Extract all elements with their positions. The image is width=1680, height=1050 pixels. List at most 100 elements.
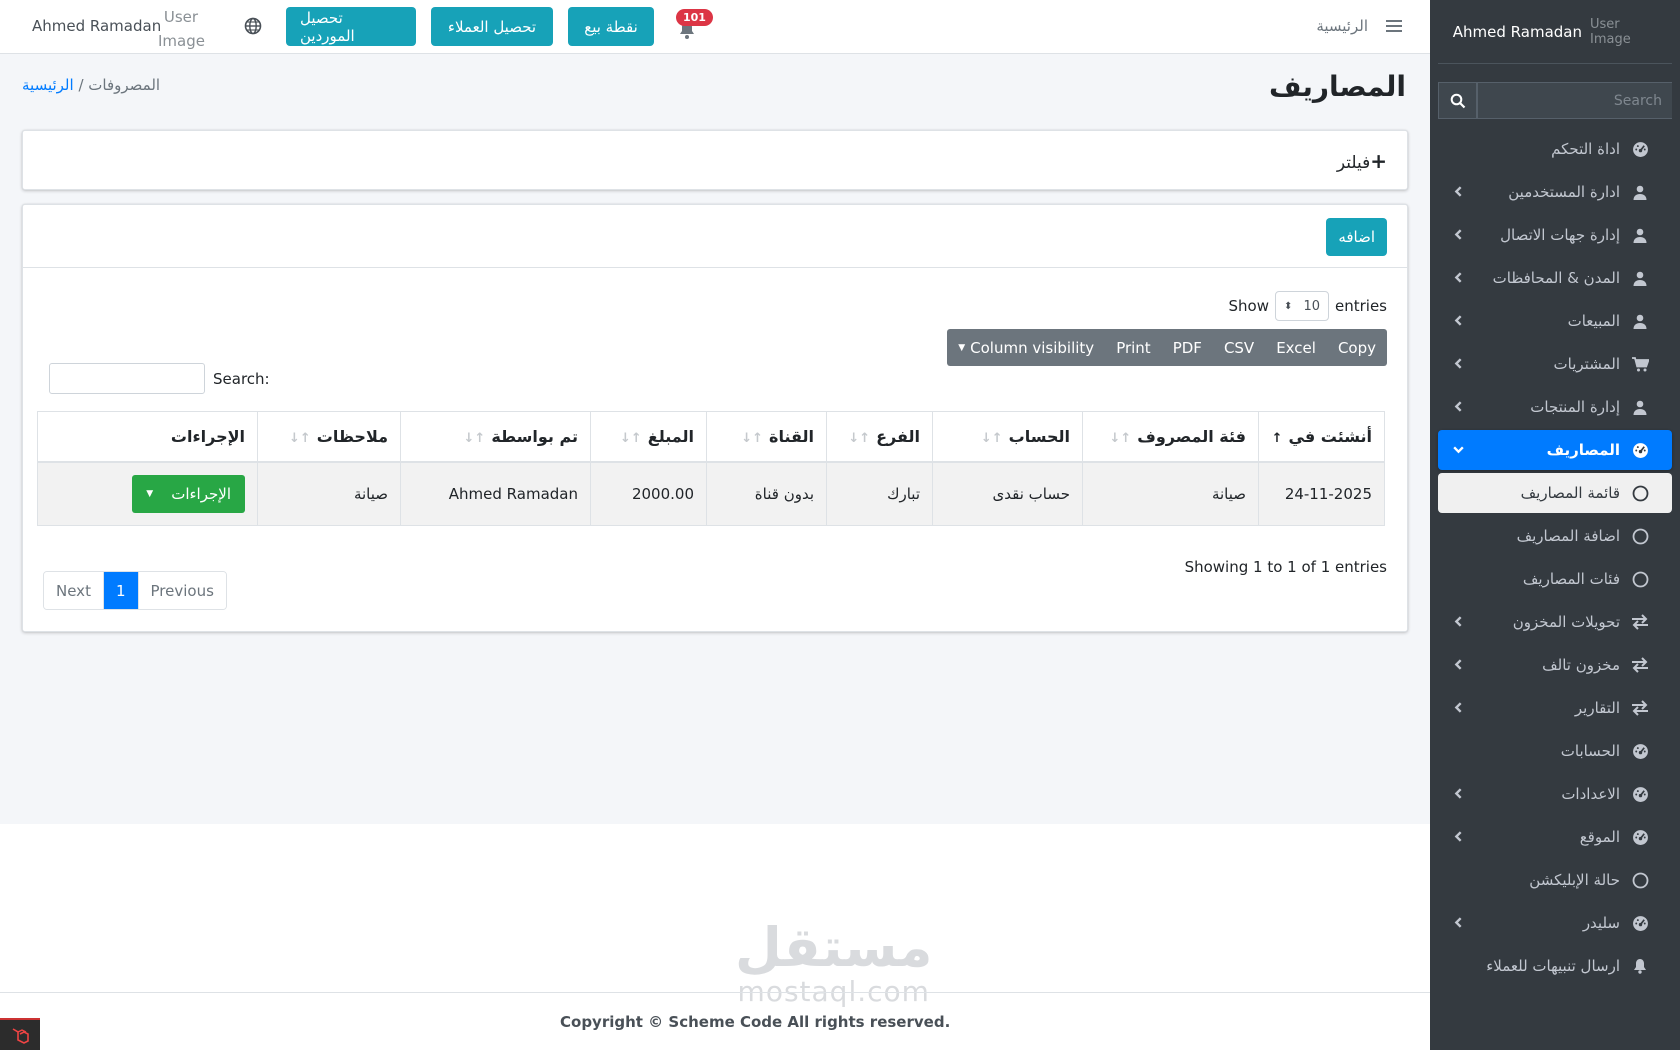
top-navbar: الرئيسية 101 نقطة بيع تحصيل العملاء تحصي…: [0, 0, 1430, 54]
previous-page-button[interactable]: Previous: [138, 572, 226, 609]
sidebar-search: [1438, 82, 1672, 119]
sidebar-item-11[interactable]: تحويلات المخزون: [1438, 602, 1672, 642]
next-page-button[interactable]: Next: [44, 572, 104, 609]
sidebar-item-label: إدارة المنتجات: [1530, 398, 1620, 416]
column-visibility-button[interactable]: ▼ Column visibility: [947, 329, 1105, 366]
column-header-account[interactable]: الحساب ↑↓: [932, 411, 1083, 463]
sidebar-item-6[interactable]: إدارة المنتجات: [1438, 387, 1672, 427]
print-button[interactable]: Print: [1105, 329, 1162, 366]
sidebar-item-label: الموقع: [1579, 828, 1620, 846]
chevron-left-icon: [1452, 399, 1465, 417]
dashboard-icon: [1630, 786, 1650, 803]
debugbar-toggle[interactable]: [0, 1018, 40, 1050]
sidebar-item-label: ارسال تنبيهات للعملاء: [1486, 957, 1620, 975]
add-expense-button[interactable]: اضافه: [1326, 218, 1387, 256]
sidebar-item-1[interactable]: ادارة المستخدمين: [1438, 172, 1672, 212]
sidebar-item-16[interactable]: الموقع: [1438, 817, 1672, 857]
nav-home-link[interactable]: الرئيسية: [1316, 17, 1368, 35]
sort-icon: ↑↓: [288, 430, 311, 446]
laravel-icon: [12, 1028, 29, 1044]
column-header-created[interactable]: أنشئت في ↑: [1258, 411, 1385, 463]
sidebar-item-label: سليدر: [1582, 914, 1620, 932]
breadcrumb-current: المصروفات: [88, 76, 161, 94]
sidebar-item-label: مخزون تالف: [1542, 656, 1620, 674]
language-button[interactable]: [244, 17, 262, 39]
column-header-label: القناة: [769, 426, 814, 446]
sidebar-user-name[interactable]: Ahmed Ramadan: [1453, 23, 1582, 41]
bell-icon: [1630, 958, 1650, 974]
excel-button[interactable]: Excel: [1265, 329, 1327, 366]
column-header-category[interactable]: فئة المصروف ↑↓: [1082, 411, 1259, 463]
dashboard-icon: [1630, 829, 1650, 846]
collect-customers-button[interactable]: تحصيل العملاء: [431, 7, 553, 46]
exchange-icon: [1630, 700, 1650, 716]
column-header-branch[interactable]: الفرع ↑↓: [826, 411, 933, 463]
sidebar: Ahmed Ramadan User Image اداة التحكم ادار…: [1430, 0, 1680, 1050]
chevron-left-icon: [1452, 829, 1465, 847]
sidebar-item-0[interactable]: اداة التحكم: [1438, 129, 1672, 169]
menu-toggle-button[interactable]: [1380, 14, 1408, 38]
pos-button[interactable]: نقطة بيع: [568, 7, 654, 46]
sidebar-search-button[interactable]: [1438, 82, 1477, 119]
sidebar-item-8[interactable]: قائمة المصاريف: [1438, 473, 1672, 513]
hamburger-icon: [1386, 20, 1402, 32]
cell-actions: الإجراءات ▼: [37, 461, 258, 526]
filter-toggle[interactable]: فيلتر+: [1337, 149, 1387, 173]
sidebar-item-12[interactable]: مخزون تالف: [1438, 645, 1672, 685]
cell-account: حساب نقدى: [932, 461, 1083, 526]
footer-divider: [0, 992, 1430, 993]
search-icon: [1450, 93, 1465, 108]
sidebar-item-2[interactable]: إدارة جهات الاتصال: [1438, 215, 1672, 255]
chevron-left-icon: [1452, 614, 1465, 632]
chevron-left-icon: [1452, 915, 1465, 933]
sort-icon: ↑↓: [741, 430, 763, 446]
cell-notes: صيانة: [257, 461, 401, 526]
table-search-label: Search:: [213, 369, 270, 388]
column-header-label: الإجراءات: [170, 426, 245, 446]
navbar-user-avatar[interactable]: User Image: [158, 5, 205, 53]
sidebar-item-17[interactable]: حالة الإبليكشن: [1438, 860, 1672, 900]
breadcrumb-home-link[interactable]: الرئيسية: [22, 76, 74, 94]
sidebar-item-15[interactable]: الاعدادات: [1438, 774, 1672, 814]
column-visibility-label: Column visibility: [970, 338, 1095, 357]
sidebar-item-9[interactable]: اضافة المصاريف: [1438, 516, 1672, 556]
pdf-button[interactable]: PDF: [1162, 329, 1213, 366]
chevron-left-icon: [1452, 700, 1465, 718]
navbar-user-name[interactable]: Ahmed Ramadan: [32, 17, 161, 35]
column-header-notes[interactable]: ملاحظات ↑↓: [257, 411, 401, 463]
sidebar-item-19[interactable]: ارسال تنبيهات للعملاء: [1438, 946, 1672, 986]
sidebar-item-18[interactable]: سليدر: [1438, 903, 1672, 943]
dashboard-icon: [1630, 442, 1650, 459]
page-1-button[interactable]: 1: [103, 572, 139, 609]
sort-asc-icon: ↑: [1271, 430, 1283, 446]
sidebar-item-13[interactable]: التقارير: [1438, 688, 1672, 728]
user-icon: [1630, 228, 1650, 243]
filter-card[interactable]: فيلتر+: [22, 130, 1408, 190]
sidebar-item-5[interactable]: المشتريات: [1438, 344, 1672, 384]
sidebar-item-7[interactable]: المصاريف: [1438, 430, 1672, 470]
sidebar-item-3[interactable]: المدن & المحافظات: [1438, 258, 1672, 298]
csv-button[interactable]: CSV: [1213, 329, 1265, 366]
sidebar-user-panel[interactable]: Ahmed Ramadan User Image: [1438, 0, 1672, 64]
column-header-created-by[interactable]: تم بواسطة ↑↓: [400, 411, 591, 463]
sidebar-item-label: تحويلات المخزون: [1512, 613, 1620, 631]
sidebar-item-14[interactable]: الحسابات: [1438, 731, 1672, 771]
column-header-amount[interactable]: المبلغ ↑↓: [590, 411, 707, 463]
chevron-left-icon: [1452, 657, 1465, 675]
cell-amount: 2000.00: [590, 461, 707, 526]
collect-suppliers-button[interactable]: تحصيل الموردين: [286, 7, 416, 46]
sidebar-search-input[interactable]: [1477, 82, 1672, 119]
table-search-input[interactable]: [49, 363, 205, 394]
copy-button[interactable]: Copy: [1327, 329, 1387, 366]
breadcrumb: المصروفات / الرئيسية: [22, 76, 160, 94]
page-length-select[interactable]: ⬍ 10: [1275, 291, 1329, 321]
user-icon: [1630, 185, 1650, 200]
dashboard-icon: [1630, 141, 1650, 158]
copyright-text: Copyright © Scheme Code All rights reser…: [560, 1013, 951, 1031]
column-header-channel[interactable]: القناة ↑↓: [706, 411, 827, 463]
table-search: Search:: [49, 363, 270, 394]
row-actions-dropdown[interactable]: الإجراءات ▼: [132, 474, 245, 513]
sidebar-item-4[interactable]: المبيعات: [1438, 301, 1672, 341]
sidebar-item-10[interactable]: فئات المصاريف: [1438, 559, 1672, 599]
filter-label: فيلتر: [1336, 153, 1371, 173]
